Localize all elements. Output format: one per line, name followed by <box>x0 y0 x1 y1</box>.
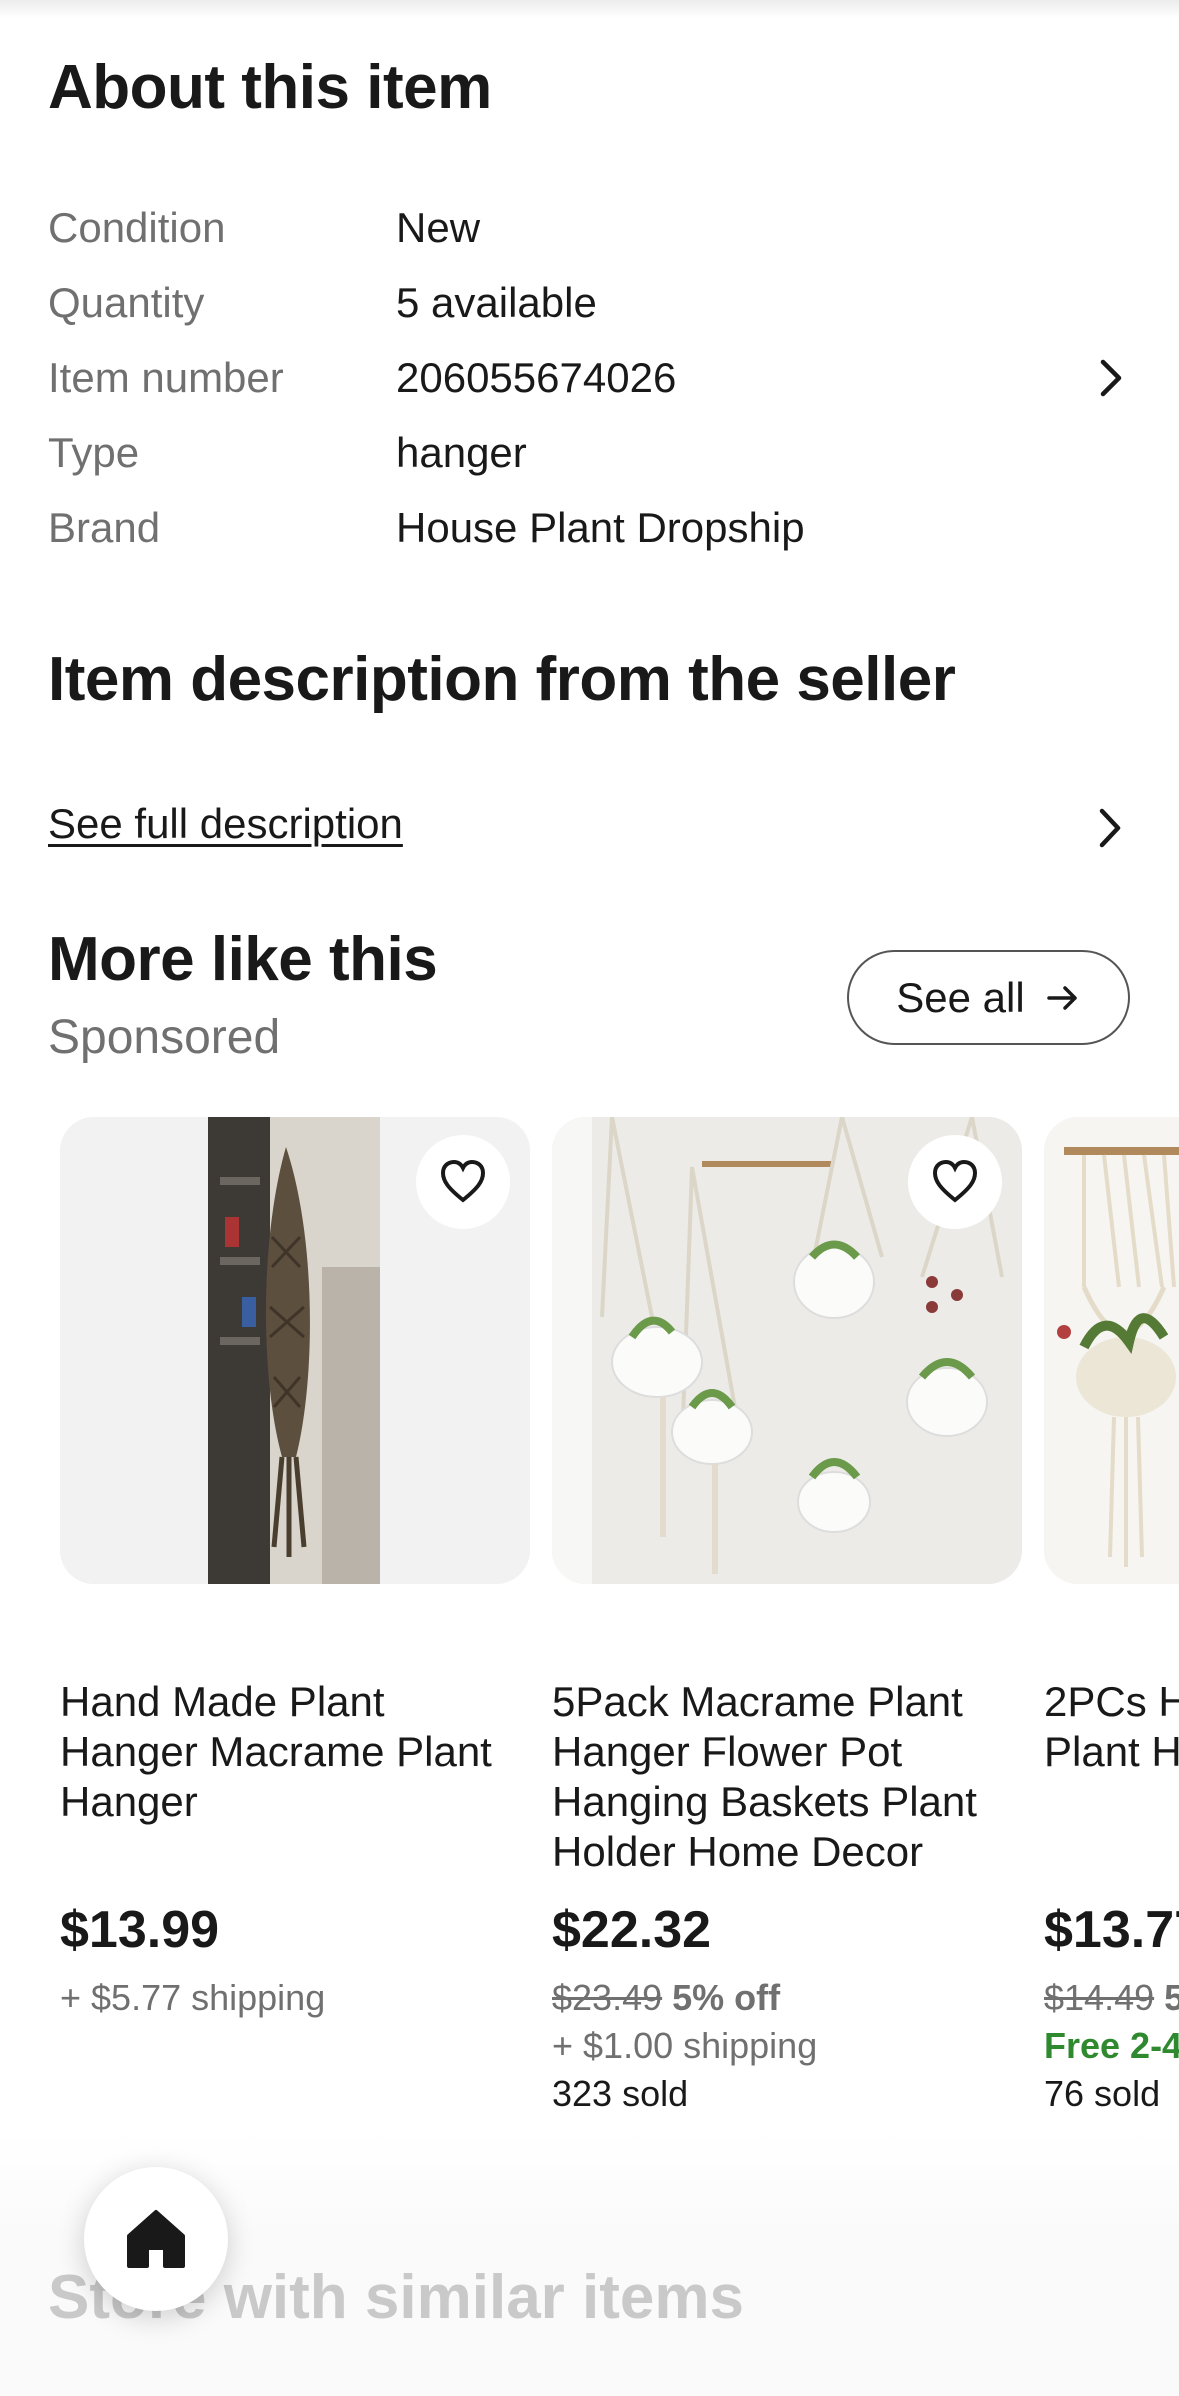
chevron-right-icon[interactable] <box>1090 806 1130 850</box>
spec-row-type: Type hanger <box>48 415 1131 490</box>
shipping-cost: Free 2-4 <box>1044 2025 1179 2066</box>
arrow-right-icon <box>1046 985 1077 1010</box>
description-heading: Item description from the seller <box>48 645 956 714</box>
home-icon <box>127 2210 185 2268</box>
heart-icon <box>932 1159 978 1203</box>
product-meta: + $5.77 shipping <box>60 1974 325 2022</box>
macrame-hanger-photo <box>1044 1117 1179 1584</box>
product-card[interactable]: 2PCs H Flower Basket Plant H $13.77 $14.… <box>1044 1117 1179 2114</box>
shipping-cost: + $1.00 shipping <box>552 2025 818 2066</box>
product-meta: $14.49 5 Free 2-4 76 sold <box>1044 1974 1179 2118</box>
was-price: $14.49 <box>1044 1977 1155 2018</box>
top-shadow <box>0 0 1179 18</box>
product-image[interactable] <box>1044 1117 1179 1584</box>
product-price: $22.32 <box>552 1901 712 1959</box>
spec-value: New <box>396 203 481 251</box>
discount-percent: 5% off <box>672 1977 781 2018</box>
spec-value: hanger <box>396 428 527 476</box>
sold-count: 76 sold <box>1044 2073 1161 2114</box>
spec-label: Quantity <box>48 278 205 326</box>
see-full-description-link[interactable]: See full description <box>48 800 403 848</box>
product-title[interactable]: Hand Made Plant Hanger Macrame Plant Han… <box>60 1677 530 1827</box>
product-price: $13.77 <box>1044 1901 1179 1959</box>
chevron-right-icon[interactable] <box>1091 358 1131 398</box>
spec-row-quantity: Quantity 5 available <box>48 265 1131 340</box>
page: About this item Condition New Quantity 5… <box>0 0 1179 2396</box>
spec-value: 5 available <box>396 278 597 326</box>
watch-button[interactable] <box>908 1135 1002 1229</box>
product-card[interactable]: Hand Made Plant Hanger Macrame Plant Han… <box>60 1117 530 2018</box>
spec-row-item-number[interactable]: Item number 206055674026 <box>48 340 1131 415</box>
about-heading: About this item <box>48 53 492 122</box>
spec-row-condition: Condition New <box>48 190 1131 265</box>
sponsored-label: Sponsored <box>48 1011 281 1064</box>
heart-icon <box>440 1159 486 1203</box>
watch-button[interactable] <box>416 1135 510 1229</box>
spec-label: Item number <box>48 353 284 401</box>
price-discount-line: $14.49 5 <box>1044 1974 1179 2022</box>
product-image[interactable] <box>60 1117 530 1584</box>
spec-row-brand: Brand House Plant Dropship <box>48 490 1131 565</box>
price-discount-line: $23.49 5% off <box>552 1974 817 2022</box>
product-card[interactable]: 5Pack Macrame Plant Hanger Flower Pot Ha… <box>552 1117 1022 2114</box>
product-title[interactable]: 5Pack Macrame Plant Hanger Flower Pot Ha… <box>552 1677 1022 1877</box>
spec-value: 206055674026 <box>396 353 677 401</box>
product-image[interactable] <box>552 1117 1022 1584</box>
product-title[interactable]: 2PCs H Flower Basket Plant H <box>1044 1677 1179 1777</box>
spec-label: Brand <box>48 503 161 551</box>
home-button[interactable] <box>84 2167 228 2311</box>
product-meta: $23.49 5% off + $1.00 shipping 323 sold <box>552 1974 817 2118</box>
discount-percent: 5 <box>1164 1977 1179 2018</box>
was-price: $23.49 <box>552 1977 663 2018</box>
see-all-button[interactable]: See all <box>847 950 1130 1045</box>
spec-label: Type <box>48 428 140 476</box>
spec-label: Condition <box>48 203 226 251</box>
product-price: $13.99 <box>60 1901 220 1959</box>
more-like-this-heading: More like this <box>48 925 438 994</box>
spec-value: House Plant Dropship <box>396 503 805 551</box>
see-all-label: See all <box>896 973 1025 1021</box>
sold-count: 323 sold <box>552 2073 689 2114</box>
shipping-cost: + $5.77 shipping <box>60 1977 326 2018</box>
item-specifics: Condition New Quantity 5 available Item … <box>48 190 1131 565</box>
